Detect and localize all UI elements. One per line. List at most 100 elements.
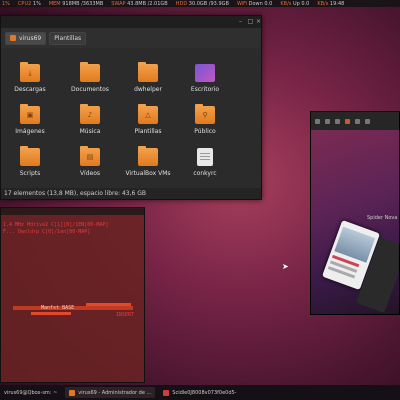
status-item: 1% <box>2 1 10 7</box>
status-value: 19:48 <box>328 0 345 7</box>
tool-icon[interactable] <box>335 118 340 124</box>
app-window: Spider Nova <box>310 111 400 315</box>
file-item[interactable]: Documentos <box>61 62 119 93</box>
file-item[interactable]: ♪ Música <box>61 104 119 135</box>
status-label: KB/s <box>280 0 292 7</box>
file-name: dwhelper <box>134 86 162 93</box>
status-label: MEM <box>48 0 61 7</box>
templates-folder-icon: △ <box>138 104 158 124</box>
file-item[interactable]: Scripts <box>1 146 59 177</box>
video-folder-icon: ▤ <box>80 146 100 166</box>
desktop-icon <box>195 64 215 82</box>
system-status-bar: 1% CPU2 1% MEM 918MB /3633MB SWAP 43.8MB /… <box>0 0 400 7</box>
status-value: 1% <box>31 0 41 7</box>
file-name: Música <box>79 128 101 135</box>
tool-icon[interactable] <box>355 118 360 124</box>
minimize-icon[interactable]: – <box>237 18 244 25</box>
status-item: KB/s 19:48 <box>317 1 344 7</box>
home-folder-icon <box>10 35 16 41</box>
file-name: Vídeos <box>79 170 101 177</box>
file-item[interactable]: ▣ Imágenes <box>1 104 59 135</box>
file-item[interactable]: ⤓ Descargas <box>1 62 59 93</box>
taskbar-label: virus69 - Administrador de ... <box>78 389 152 396</box>
pictures-folder-icon: ▣ <box>20 104 40 124</box>
download-folder-icon: ⤓ <box>20 62 40 82</box>
tool-icon[interactable] <box>345 118 350 124</box>
file-name: conkyrc <box>193 170 217 177</box>
file-item[interactable]: ▤ Vídeos <box>61 146 119 177</box>
status-value: 43.8MB /2.01GB <box>125 0 168 7</box>
status-item: WiFi Down 0.0 <box>237 1 272 7</box>
status-label: 1% <box>2 0 10 7</box>
breadcrumb: virus69 Plantillas <box>1 28 261 48</box>
music-folder-icon: ♪ <box>80 104 100 124</box>
terminal-line: F... Dwnldrp C[0]/1en[00-MAP] <box>3 229 91 235</box>
file-item[interactable]: dwhelper <box>119 62 177 93</box>
status-item: HDD 30.0GB /93.9GB <box>176 1 229 7</box>
status-label: HDD <box>175 0 188 7</box>
file-item[interactable]: conkyrc <box>176 148 234 177</box>
app-icon <box>163 389 170 396</box>
status-value: Down 0.0 <box>247 0 273 7</box>
status-label: WiFi <box>236 0 248 7</box>
breadcrumb-label: Plantillas <box>54 34 82 42</box>
taskbar-item[interactable]: Scidle0J8008v073f0e0d5- <box>159 387 240 398</box>
tool-icon[interactable] <box>365 118 370 124</box>
close-icon[interactable]: × <box>255 18 262 25</box>
status-bar: 17 elementos (13,8 MB), espacio libre: 4… <box>1 188 261 199</box>
taskbar-item[interactable]: virus69@Qbox-sm: ~ <box>0 387 61 398</box>
tool-icon[interactable] <box>325 118 330 124</box>
folder-icon <box>69 389 76 396</box>
folder-icon <box>80 62 100 82</box>
maximize-icon[interactable]: □ <box>247 18 254 25</box>
public-folder-icon: ⚲ <box>195 104 215 124</box>
status-value: 918MB /3633MB <box>60 0 104 7</box>
status-item: KB/s Up 0.0 <box>280 1 309 7</box>
file-name: Escritorio <box>190 86 220 93</box>
terminal-title-bar <box>1 208 144 215</box>
taskbar-item[interactable]: virus69 - Administrador de ... <box>65 387 156 398</box>
status-item: CPU2 1% <box>18 1 41 7</box>
terminal-bar <box>31 312 71 315</box>
breadcrumb-home[interactable]: virus69 <box>5 31 47 45</box>
terminal-line: 1.4 MHz Mdrive2 C[1][0]/1EN[00-MAP] <box>3 222 109 228</box>
terminal-line: Manfst BASE <box>41 305 75 311</box>
file-manager-window: – □ × virus69 Plantillas ⤓ Descargas Docum… <box>0 15 262 200</box>
status-item: MEM 918MB /3633MB <box>49 1 103 7</box>
status-label: CPU2 <box>17 0 32 7</box>
breadcrumb-label: virus69 <box>19 34 42 42</box>
terminal-window[interactable]: 1.4 MHz Mdrive2 C[1][0]/1EN[00-MAP] F...… <box>0 207 145 383</box>
text-file-icon <box>197 148 213 166</box>
tool-icon[interactable] <box>315 118 320 124</box>
app-heading: Spider Nova <box>367 215 398 221</box>
file-name: Documentos <box>71 86 109 93</box>
folder-icon <box>138 62 158 82</box>
file-item[interactable]: VirtualBox VMs <box>119 146 177 177</box>
folder-icon <box>138 146 158 166</box>
file-name: Descargas <box>14 86 46 93</box>
status-label: KB/s <box>317 0 329 7</box>
file-name: VirtualBox VMs <box>125 170 171 177</box>
status-value: 30.0GB /93.9GB <box>187 0 229 7</box>
status-label: SWAP <box>111 0 126 7</box>
taskbar-label: virus69@Qbox-sm: ~ <box>4 389 58 396</box>
breadcrumb-plantillas[interactable]: Plantillas <box>49 31 87 45</box>
app-toolbar <box>311 112 399 130</box>
file-name: Público <box>194 128 216 135</box>
file-name: Scripts <box>19 170 41 177</box>
title-bar: – □ × <box>1 16 261 28</box>
file-name: Plantillas <box>134 128 162 135</box>
file-item[interactable]: △ Plantillas <box>119 104 177 135</box>
taskbar-label: Scidle0J8008v073f0e0d5- <box>172 389 237 396</box>
mouse-pointer-icon: ➤ <box>282 262 289 271</box>
app-preview: Spider Nova <box>311 130 399 314</box>
status-item: SWAP 43.8MB /2.01GB <box>111 1 167 7</box>
status-value: Up 0.0 <box>291 0 310 7</box>
file-item[interactable]: Escritorio <box>176 64 234 93</box>
file-grid: ⤓ Descargas Documentos dwhelper Escritorio ▣ I… <box>1 62 263 189</box>
file-name: Imágenes <box>15 128 45 135</box>
folder-icon <box>20 146 40 166</box>
terminal-mode: INSERT <box>116 312 135 318</box>
taskbar: virus69@Qbox-sm: ~ virus69 - Administrado… <box>0 385 400 400</box>
file-item[interactable]: ⚲ Público <box>176 104 234 135</box>
